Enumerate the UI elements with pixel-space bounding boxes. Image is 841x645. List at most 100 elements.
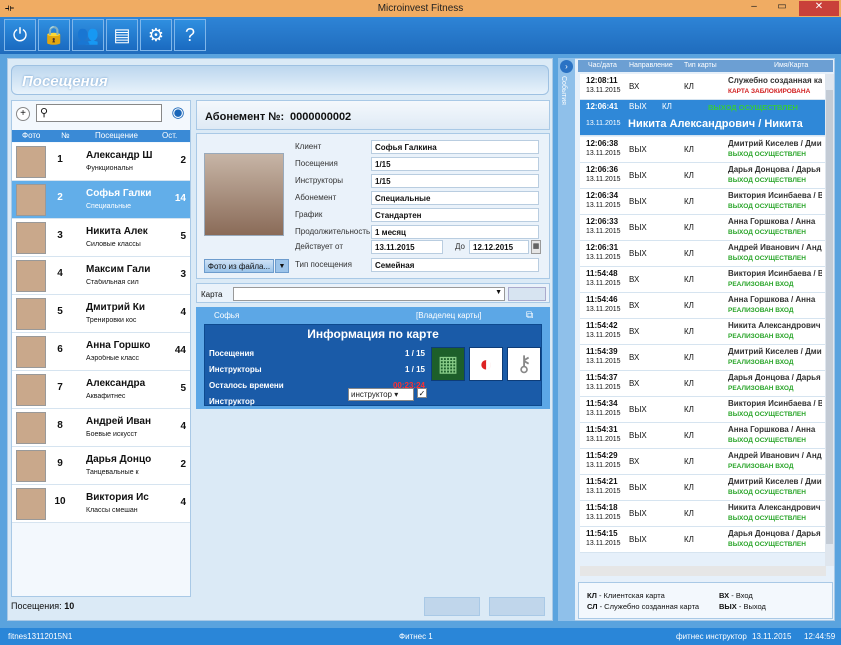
col-num[interactable]: №: [61, 131, 70, 140]
row-number: 2: [57, 192, 63, 203]
event-row[interactable]: 11:54:18 13.11.2015 ВЫХ КЛ Никита Александро…: [580, 501, 826, 527]
event-row[interactable]: 11:54:21 13.11.2015 ВЫХ КЛ Дмитрий Киселев /…: [580, 475, 826, 501]
avatar: [16, 260, 46, 292]
event-row[interactable]: 11:54:37 13.11.2015 ВХ КЛ Дарья Донцова / Да…: [580, 371, 826, 397]
col-name[interactable]: Имя/Карта: [774, 62, 808, 69]
event-row[interactable]: 11:54:39 13.11.2015 ВХ КЛ Дмитрий Киселев / …: [580, 345, 826, 371]
event-card-type: КЛ: [684, 431, 694, 440]
list-item[interactable]: 5 Дмитрий Ки Тренировки кос 4: [12, 295, 190, 333]
events-side-tab[interactable]: › События: [558, 58, 575, 621]
event-row[interactable]: 12:06:36 13.11.2015 ВЫХ КЛ Дарья Донцова / Д…: [580, 163, 826, 189]
copy-icon[interactable]: ⧉: [526, 310, 533, 321]
event-row[interactable]: 11:54:15 13.11.2015 ВЫХ КЛ Дарья Донцова / Д…: [580, 527, 826, 553]
card-dropdown[interactable]: ▼: [233, 287, 505, 301]
list-item[interactable]: 1 Александр Ш Функциональн 2: [12, 143, 190, 181]
towel-icon[interactable]: ▦: [431, 347, 465, 381]
search-input[interactable]: ⚲: [36, 104, 162, 122]
col-visit[interactable]: Посещение: [95, 131, 138, 140]
event-row[interactable]: 11:54:42 13.11.2015 ВХ КЛ Никита Александров…: [580, 319, 826, 345]
event-time: 12:06:38: [586, 139, 619, 148]
help-icon[interactable]: ?: [174, 19, 206, 51]
wristband-icon[interactable]: ◐: [469, 347, 503, 381]
col-datetime[interactable]: Час/дата: [588, 62, 617, 69]
event-row[interactable]: 12:06:38 13.11.2015 ВЫХ КЛ Дмитрий Киселев /…: [580, 137, 826, 163]
row-number: 8: [57, 420, 63, 431]
list-item[interactable]: 4 Максим Гали Стабильная сил 3: [12, 257, 190, 295]
event-status: РЕАЛИЗОВАН ВХОД: [728, 359, 794, 366]
calendar-icon[interactable]: ▦: [531, 240, 541, 254]
settings-icon[interactable]: ⚙: [140, 19, 172, 51]
legend-sl-text: - Служебно созданная карта: [599, 602, 700, 611]
list-item[interactable]: 6 Анна Горшко Аэробные класс 44: [12, 333, 190, 371]
row-subscription: Стабильная сил: [86, 279, 139, 286]
row-remaining: 2: [180, 155, 186, 166]
event-row[interactable]: 11:54:29 13.11.2015 ВХ КЛ Андрей Иванович / …: [580, 449, 826, 475]
event-name: Дарья Донцова / Дарья: [728, 529, 821, 538]
save-button[interactable]: [424, 597, 480, 616]
field-value[interactable]: Стандартен: [371, 208, 539, 222]
row-name: Никита Алек: [86, 226, 148, 237]
list-item[interactable]: 9 Дарья Донцо Танцевальные к 2: [12, 447, 190, 485]
events-scroll-thumb[interactable]: [826, 90, 833, 544]
event-row[interactable]: 11:54:48 13.11.2015 ВХ КЛ Виктория Исинбаева…: [580, 267, 826, 293]
eye-icon[interactable]: ◉: [167, 103, 189, 121]
event-card-type: КЛ: [684, 535, 694, 544]
list-item[interactable]: 2 Софья Галки Специальные 14: [12, 181, 190, 219]
col-direction[interactable]: Направление: [629, 62, 673, 69]
field-value[interactable]: Специальные: [371, 191, 539, 205]
event-row[interactable]: 12:06:34 13.11.2015 ВЫХ КЛ Виктория Исинбаев…: [580, 189, 826, 215]
event-date: 13.11.2015: [586, 410, 621, 417]
card-instructors-value: 1 / 15: [404, 365, 425, 374]
photo-from-file-button[interactable]: Фото из файла...: [204, 259, 274, 273]
cancel-button[interactable]: [489, 597, 545, 616]
keys-icon[interactable]: ⚷: [507, 347, 541, 381]
field-value[interactable]: 1/15: [371, 174, 539, 188]
event-row[interactable]: 12:06:41 13.11.2015 ВЫХ КЛ ВЫХОД ОСУЩЕСТВЛЕН…: [580, 100, 826, 136]
maximize-button[interactable]: ▭: [769, 1, 795, 16]
chevron-down-icon[interactable]: ▼: [275, 259, 289, 273]
event-status: РЕАЛИЗОВАН ВХОД: [728, 307, 794, 314]
card-icon[interactable]: ▤: [106, 19, 138, 51]
col-photo[interactable]: Фото: [22, 131, 40, 140]
instructor-select[interactable]: инструктор ▾: [348, 388, 414, 401]
visit-type-field[interactable]: Семейная: [371, 258, 539, 272]
legend-vx-code: ВХ: [719, 591, 730, 600]
col-card-type[interactable]: Тип карты: [684, 62, 717, 69]
power-icon[interactable]: ⏻: [4, 19, 36, 51]
list-item[interactable]: 10 Виктория Ис Классы смешан 4: [12, 485, 190, 523]
status-location: Фитнес 1: [399, 632, 433, 641]
event-date: 13.11.2015: [586, 514, 621, 521]
event-row[interactable]: 11:54:34 13.11.2015 ВЫХ КЛ Виктория Исинбаев…: [580, 397, 826, 423]
legend-vyx-code: ВЫХ: [719, 602, 737, 611]
avatar: [16, 336, 46, 368]
event-direction: ВЫХ: [629, 171, 647, 180]
instructor-checkbox[interactable]: ✓: [417, 388, 427, 398]
list-item[interactable]: 3 Никита Алек Силовые классы 5: [12, 219, 190, 257]
valid-to-field[interactable]: 12.12.2015: [469, 240, 529, 254]
valid-from-field[interactable]: 13.11.2015: [371, 240, 443, 254]
events-hscrollbar[interactable]: [580, 566, 826, 576]
field-value[interactable]: Софья Галкина: [371, 140, 539, 154]
lock-user-icon[interactable]: 🔒: [38, 19, 70, 51]
card-visits-value: 1 / 15: [404, 349, 425, 358]
list-item[interactable]: 7 Александра Аквафитнес 5: [12, 371, 190, 409]
event-name: Виктория Исинбаева / В: [728, 399, 822, 408]
event-row[interactable]: 12:06:31 13.11.2015 ВЫХ КЛ Андрей Иванович /…: [580, 241, 826, 267]
event-row[interactable]: 11:54:46 13.11.2015 ВХ КЛ Анна Горшкова / Ан…: [580, 293, 826, 319]
chevron-right-icon[interactable]: ›: [560, 60, 573, 73]
event-time: 12:08:11: [586, 76, 618, 85]
field-value[interactable]: 1 месяц: [371, 225, 539, 239]
col-remaining[interactable]: Ост.: [162, 131, 177, 140]
list-item[interactable]: 8 Андрей Иван Боевые искусст 4: [12, 409, 190, 447]
event-row[interactable]: 11:54:31 13.11.2015 ВЫХ КЛ Анна Горшкова / А…: [580, 423, 826, 449]
close-button[interactable]: ✕: [799, 1, 839, 16]
users-icon[interactable]: 👥: [72, 19, 104, 51]
search-icon: ⚲: [40, 107, 49, 119]
event-row[interactable]: 12:08:11 13.11.2015 ВХ КЛ Служебно созданная…: [580, 74, 826, 100]
add-icon[interactable]: +: [16, 107, 30, 121]
card-action-button[interactable]: [508, 287, 546, 301]
minimize-button[interactable]: –: [741, 1, 767, 16]
event-row[interactable]: 12:06:33 13.11.2015 ВЫХ КЛ Анна Горшкова / А…: [580, 215, 826, 241]
card-instructors-label: Инструкторы: [209, 365, 262, 374]
field-value[interactable]: 1/15: [371, 157, 539, 171]
